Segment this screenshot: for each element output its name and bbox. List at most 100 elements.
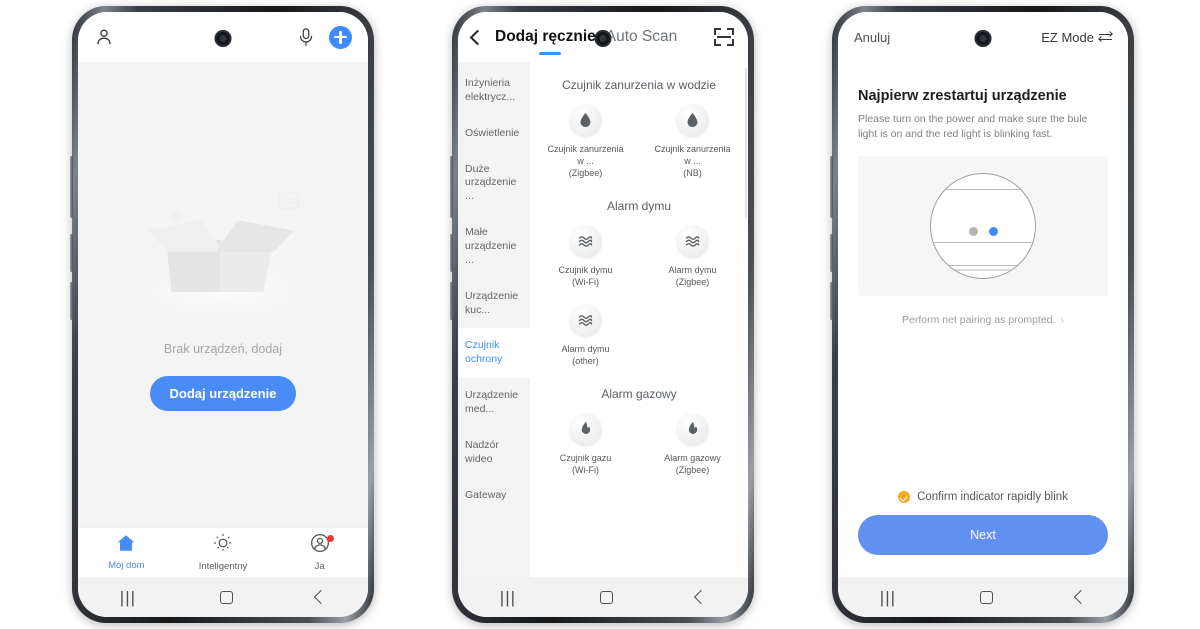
category-item-lighting[interactable]: Oświetlenie	[458, 116, 530, 152]
phone1-empty-state: Brak urządzeń, dodaj Dodaj urządzenie	[78, 62, 368, 527]
category-item-video-surveillance[interactable]: Nadzór wideo	[458, 428, 530, 478]
active-tab-underline	[539, 52, 561, 55]
device-name: Alarm gazowy	[664, 452, 721, 463]
mode-switch-button[interactable]: EZ Mode	[1041, 29, 1113, 45]
category-item-large-appliance[interactable]: Duże urządzenie ...	[458, 152, 530, 216]
screenshot-stage: Brak urządzeń, dodaj Dodaj urządzenie Mó…	[0, 0, 1200, 629]
device-protocol: (Wi-Fi)	[572, 276, 599, 287]
device-name: Czujnik zanurzenia w ...	[654, 143, 731, 166]
recents-icon[interactable]: |||	[120, 589, 136, 606]
phone1-volume-up-button[interactable]	[70, 156, 73, 218]
category-item-security-sensor[interactable]: Czujnik ochrony	[458, 328, 530, 379]
phone1-power-button[interactable]	[70, 282, 73, 320]
perform-pairing-label: Perform net pairing as prompted.	[902, 314, 1056, 327]
tab-add-manually[interactable]: Dodaj ręcznie	[495, 28, 596, 55]
person-icon[interactable]	[94, 27, 114, 47]
category-item-small-appliance[interactable]: Małe urządzenie ...	[458, 215, 530, 279]
device-name: Czujnik gazu	[559, 452, 612, 463]
add-device-plus-button[interactable]	[329, 25, 352, 49]
category-item-kitchen[interactable]: Urządzenie kuc...	[458, 279, 530, 329]
group-title-water: Czujnik zanurzenia w wodzie	[561, 78, 717, 92]
device-list: Czujnik zanurzenia w wodzie Czujnik zanu…	[530, 62, 748, 577]
cancel-button[interactable]: Anuluj	[854, 30, 890, 45]
device-name: Alarm dymu	[668, 264, 717, 275]
back-chevron-icon[interactable]	[694, 589, 709, 605]
indicator-dot-blue	[989, 227, 998, 237]
scan-frame-icon[interactable]	[714, 28, 734, 46]
group-title-gas: Alarm gazowy	[601, 387, 677, 402]
device-tile[interactable]: Czujnik zanurzenia w ... (NB)	[639, 100, 746, 187]
swap-arrows-icon	[1098, 31, 1113, 43]
device-protocol: (Zigbee)	[675, 276, 710, 287]
back-chevron-icon[interactable]	[314, 589, 329, 605]
tab-label: Ja	[314, 561, 325, 572]
check-circle-icon	[898, 491, 911, 503]
recents-icon[interactable]: |||	[880, 589, 896, 606]
notification-badge	[326, 535, 334, 542]
device-grid-smoke: Czujnik dymu (Wi-Fi) Alarm dymu (Zigbee)…	[532, 221, 746, 376]
phone1-screen: Brak urządzeń, dodaj Dodaj urządzenie Mó…	[78, 12, 368, 617]
tab-label: Mój dom	[108, 560, 145, 571]
phone3-power-button[interactable]	[830, 282, 833, 320]
confirm-indicator-label: Confirm indicator rapidly blink	[917, 491, 1068, 503]
home-square-icon[interactable]	[599, 590, 613, 604]
page-title: Najpierw zrestartuj urządzenie	[858, 88, 1067, 104]
phone1-android-navbar: |||	[78, 577, 368, 617]
next-button[interactable]: Next	[858, 515, 1108, 555]
phone-1-frame: Brak urządzeń, dodaj Dodaj urządzenie Mó…	[70, 6, 374, 623]
category-item-gateway[interactable]: Gateway	[458, 478, 530, 514]
back-chevron-icon[interactable]	[1074, 589, 1089, 605]
perform-pairing-link[interactable]: Perform net pairing as prompted. ›	[858, 314, 1108, 326]
phone3-content: Najpierw zrestartuj urządzenie Please tu…	[838, 62, 1128, 577]
device-tile[interactable]: Czujnik gazu (Wi-Fi)	[532, 409, 639, 484]
tab-my-home[interactable]: Mój dom	[78, 528, 175, 577]
device-tile[interactable]: Alarm gazowy (Zigbee)	[639, 409, 746, 484]
device-tile[interactable]: Alarm dymu (Zigbee)	[639, 221, 746, 296]
phone3-volume-down-button[interactable]	[830, 234, 833, 272]
category-sidebar[interactable]: Inżynieria elektrycz... Oświetlenie Duże…	[458, 62, 530, 577]
phone3-volume-up-button[interactable]	[830, 156, 833, 218]
indicator-dot-grey	[969, 227, 978, 237]
phone2-content: Inżynieria elektrycz... Oświetlenie Duże…	[458, 62, 748, 577]
smoke-waves-icon	[569, 224, 602, 258]
tab-smart[interactable]: Inteligentny	[175, 528, 272, 577]
smart-bulb-illustration	[858, 156, 1108, 297]
home-square-icon[interactable]	[979, 590, 993, 604]
phone2-screen: Dodaj ręcznie Auto Scan Inżynieria elekt…	[458, 12, 748, 617]
device-tile[interactable]: Czujnik dymu (Wi-Fi)	[532, 221, 639, 296]
phone2-volume-down-button[interactable]	[450, 234, 453, 272]
device-name: Alarm dymu	[561, 343, 610, 354]
microphone-icon[interactable]	[297, 27, 315, 47]
device-tile[interactable]: Alarm dymu (other)	[532, 300, 639, 375]
page-subtitle: Please turn on the power and make sure t…	[858, 113, 1088, 141]
device-tile[interactable]: Czujnik zanurzenia w ... (Zigbee)	[532, 100, 639, 187]
smoke-waves-icon	[676, 224, 709, 258]
phone3-camera-punchhole	[974, 30, 992, 47]
flame-icon	[569, 412, 602, 446]
empty-state-message: Brak urządzeń, dodaj	[163, 342, 283, 356]
tab-label: Inteligentny	[198, 561, 248, 572]
chevron-right-icon: ›	[1060, 314, 1064, 327]
mode-label: EZ Mode	[1041, 29, 1094, 45]
device-protocol: (Zigbee)	[675, 464, 710, 475]
device-protocol: (Wi-Fi)	[572, 464, 599, 475]
device-protocol: (other)	[572, 356, 599, 367]
phone2-volume-up-button[interactable]	[450, 156, 453, 218]
phone1-volume-down-button[interactable]	[70, 234, 73, 272]
phone2-camera-punchhole	[594, 30, 612, 47]
phone-2-frame: Dodaj ręcznie Auto Scan Inżynieria elekt…	[450, 6, 754, 623]
tab-auto-scan[interactable]: Auto Scan	[606, 28, 678, 46]
confirm-indicator-row[interactable]: Confirm indicator rapidly blink	[858, 491, 1108, 503]
recents-icon[interactable]: |||	[500, 589, 516, 606]
device-list-scrollbar[interactable]	[745, 68, 747, 218]
add-device-button[interactable]: Dodaj urządzenie	[149, 376, 297, 411]
category-item-medical[interactable]: Urządzenie med...	[458, 378, 530, 428]
tab-me[interactable]: Ja	[271, 528, 368, 577]
phone2-power-button[interactable]	[450, 282, 453, 320]
group-title-smoke: Alarm dymu	[606, 199, 671, 214]
chevron-left-icon[interactable]	[469, 29, 486, 45]
category-item-electrical[interactable]: Inżynieria elektrycz...	[458, 66, 530, 116]
home-square-icon[interactable]	[219, 590, 233, 604]
phone-3-frame: Anuluj EZ Mode Najpierw zrestartuj urząd…	[830, 6, 1134, 623]
device-protocol: (NB)	[683, 167, 702, 178]
